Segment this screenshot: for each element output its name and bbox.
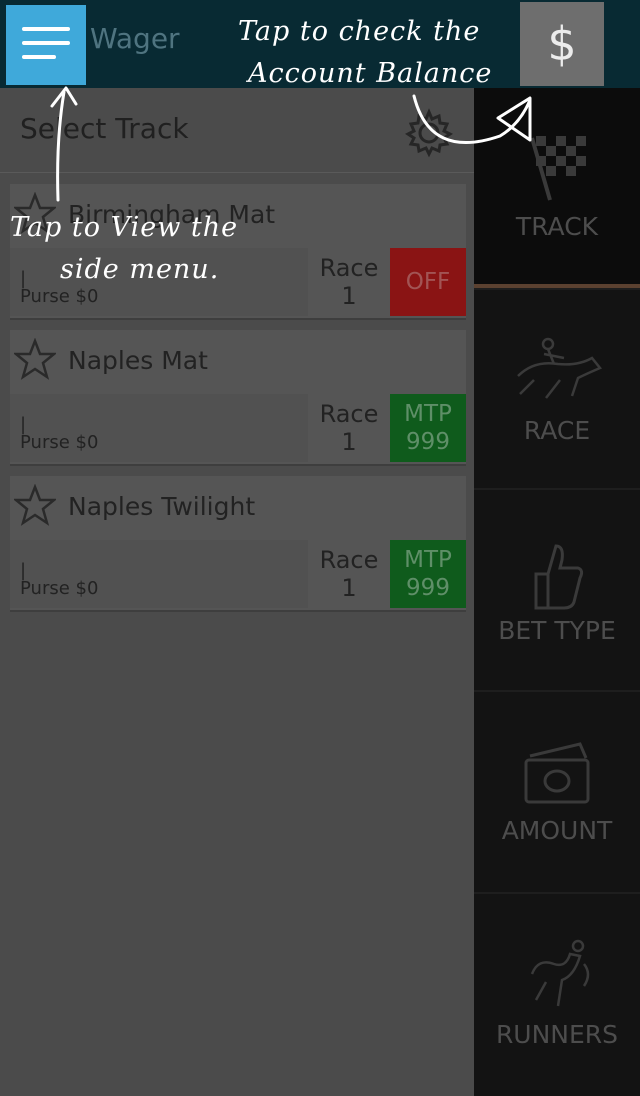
race-number-box: Race 1 — [310, 540, 388, 608]
dollar-icon: $ — [547, 17, 577, 71]
wizard-nav: TRACK RACE BET TYPE AMOUNT RUNNERS — [474, 88, 640, 1096]
nav-item-runners[interactable]: RUNNERS — [474, 894, 640, 1096]
menu-button[interactable] — [6, 5, 86, 85]
nav-item-race[interactable]: RACE — [474, 290, 640, 488]
track-info: | Purse $0 — [10, 540, 308, 608]
race-label: Race — [319, 254, 379, 282]
annotation-menu-line1: Tap to View the — [10, 212, 239, 243]
track-purse: Purse $0 — [20, 578, 99, 599]
status-text: MTP — [404, 401, 452, 427]
status-badge: OFF — [390, 248, 466, 316]
favorite-star-icon[interactable] — [14, 338, 56, 380]
menu-icon-line — [22, 55, 56, 59]
status-minutes: 999 — [406, 575, 450, 601]
thumbs-up-icon — [534, 544, 584, 610]
runners-icon — [530, 939, 590, 1007]
status-text: OFF — [405, 269, 451, 295]
menu-icon-line — [22, 27, 70, 31]
nav-label: BET TYPE — [498, 616, 616, 645]
race-label: Race — [319, 546, 379, 574]
race-number-box: Race 1 — [310, 394, 388, 462]
race-number-box: Race 1 — [310, 248, 388, 316]
gear-icon[interactable] — [404, 108, 454, 158]
track-info: | Purse $0 — [10, 394, 308, 462]
nav-item-bet-type[interactable]: BET TYPE — [474, 490, 640, 688]
select-track-header: Select Track — [0, 88, 474, 173]
nav-label: TRACK — [515, 212, 599, 241]
track-name: Naples Mat — [68, 346, 208, 375]
menu-icon-line — [22, 41, 70, 45]
status-badge: MTP 999 — [390, 540, 466, 608]
favorite-star-icon[interactable] — [14, 484, 56, 526]
status-badge: MTP 999 — [390, 394, 466, 462]
race-number: 1 — [341, 282, 357, 310]
annotation-balance-line1: Tap to check the — [238, 16, 481, 47]
annotation-menu-line2: side menu. — [60, 254, 220, 285]
money-icon — [524, 742, 590, 804]
app-title: Wager — [90, 22, 180, 55]
checkered-flag-icon — [530, 136, 586, 201]
track-card[interactable]: Naples Mat | Purse $0 Race 1 MTP 999 — [10, 330, 466, 466]
status-minutes: 999 — [406, 429, 450, 455]
nav-item-amount[interactable]: AMOUNT — [474, 692, 640, 890]
track-purse: Purse $0 — [20, 286, 99, 307]
account-balance-button[interactable]: $ — [520, 2, 604, 86]
status-text: MTP — [404, 547, 452, 573]
page-title: Select Track — [20, 112, 189, 145]
race-number: 1 — [341, 428, 357, 456]
nav-label: RACE — [523, 416, 591, 445]
track-purse: Purse $0 — [20, 432, 99, 453]
nav-label: AMOUNT — [501, 816, 613, 845]
nav-label: RUNNERS — [495, 1020, 619, 1049]
race-label: Race — [319, 400, 379, 428]
track-name: Naples Twilight — [68, 492, 256, 521]
horse-jockey-icon — [517, 337, 603, 399]
nav-item-track[interactable]: TRACK — [474, 88, 640, 290]
track-card[interactable]: Naples Twilight | Purse $0 Race 1 MTP 99… — [10, 476, 466, 612]
annotation-balance-line2: Account Balance — [248, 58, 493, 89]
race-number: 1 — [341, 574, 357, 602]
track-card[interactable]: Birmingham Mat | Purse $0 Race 1 OFF — [10, 184, 466, 320]
